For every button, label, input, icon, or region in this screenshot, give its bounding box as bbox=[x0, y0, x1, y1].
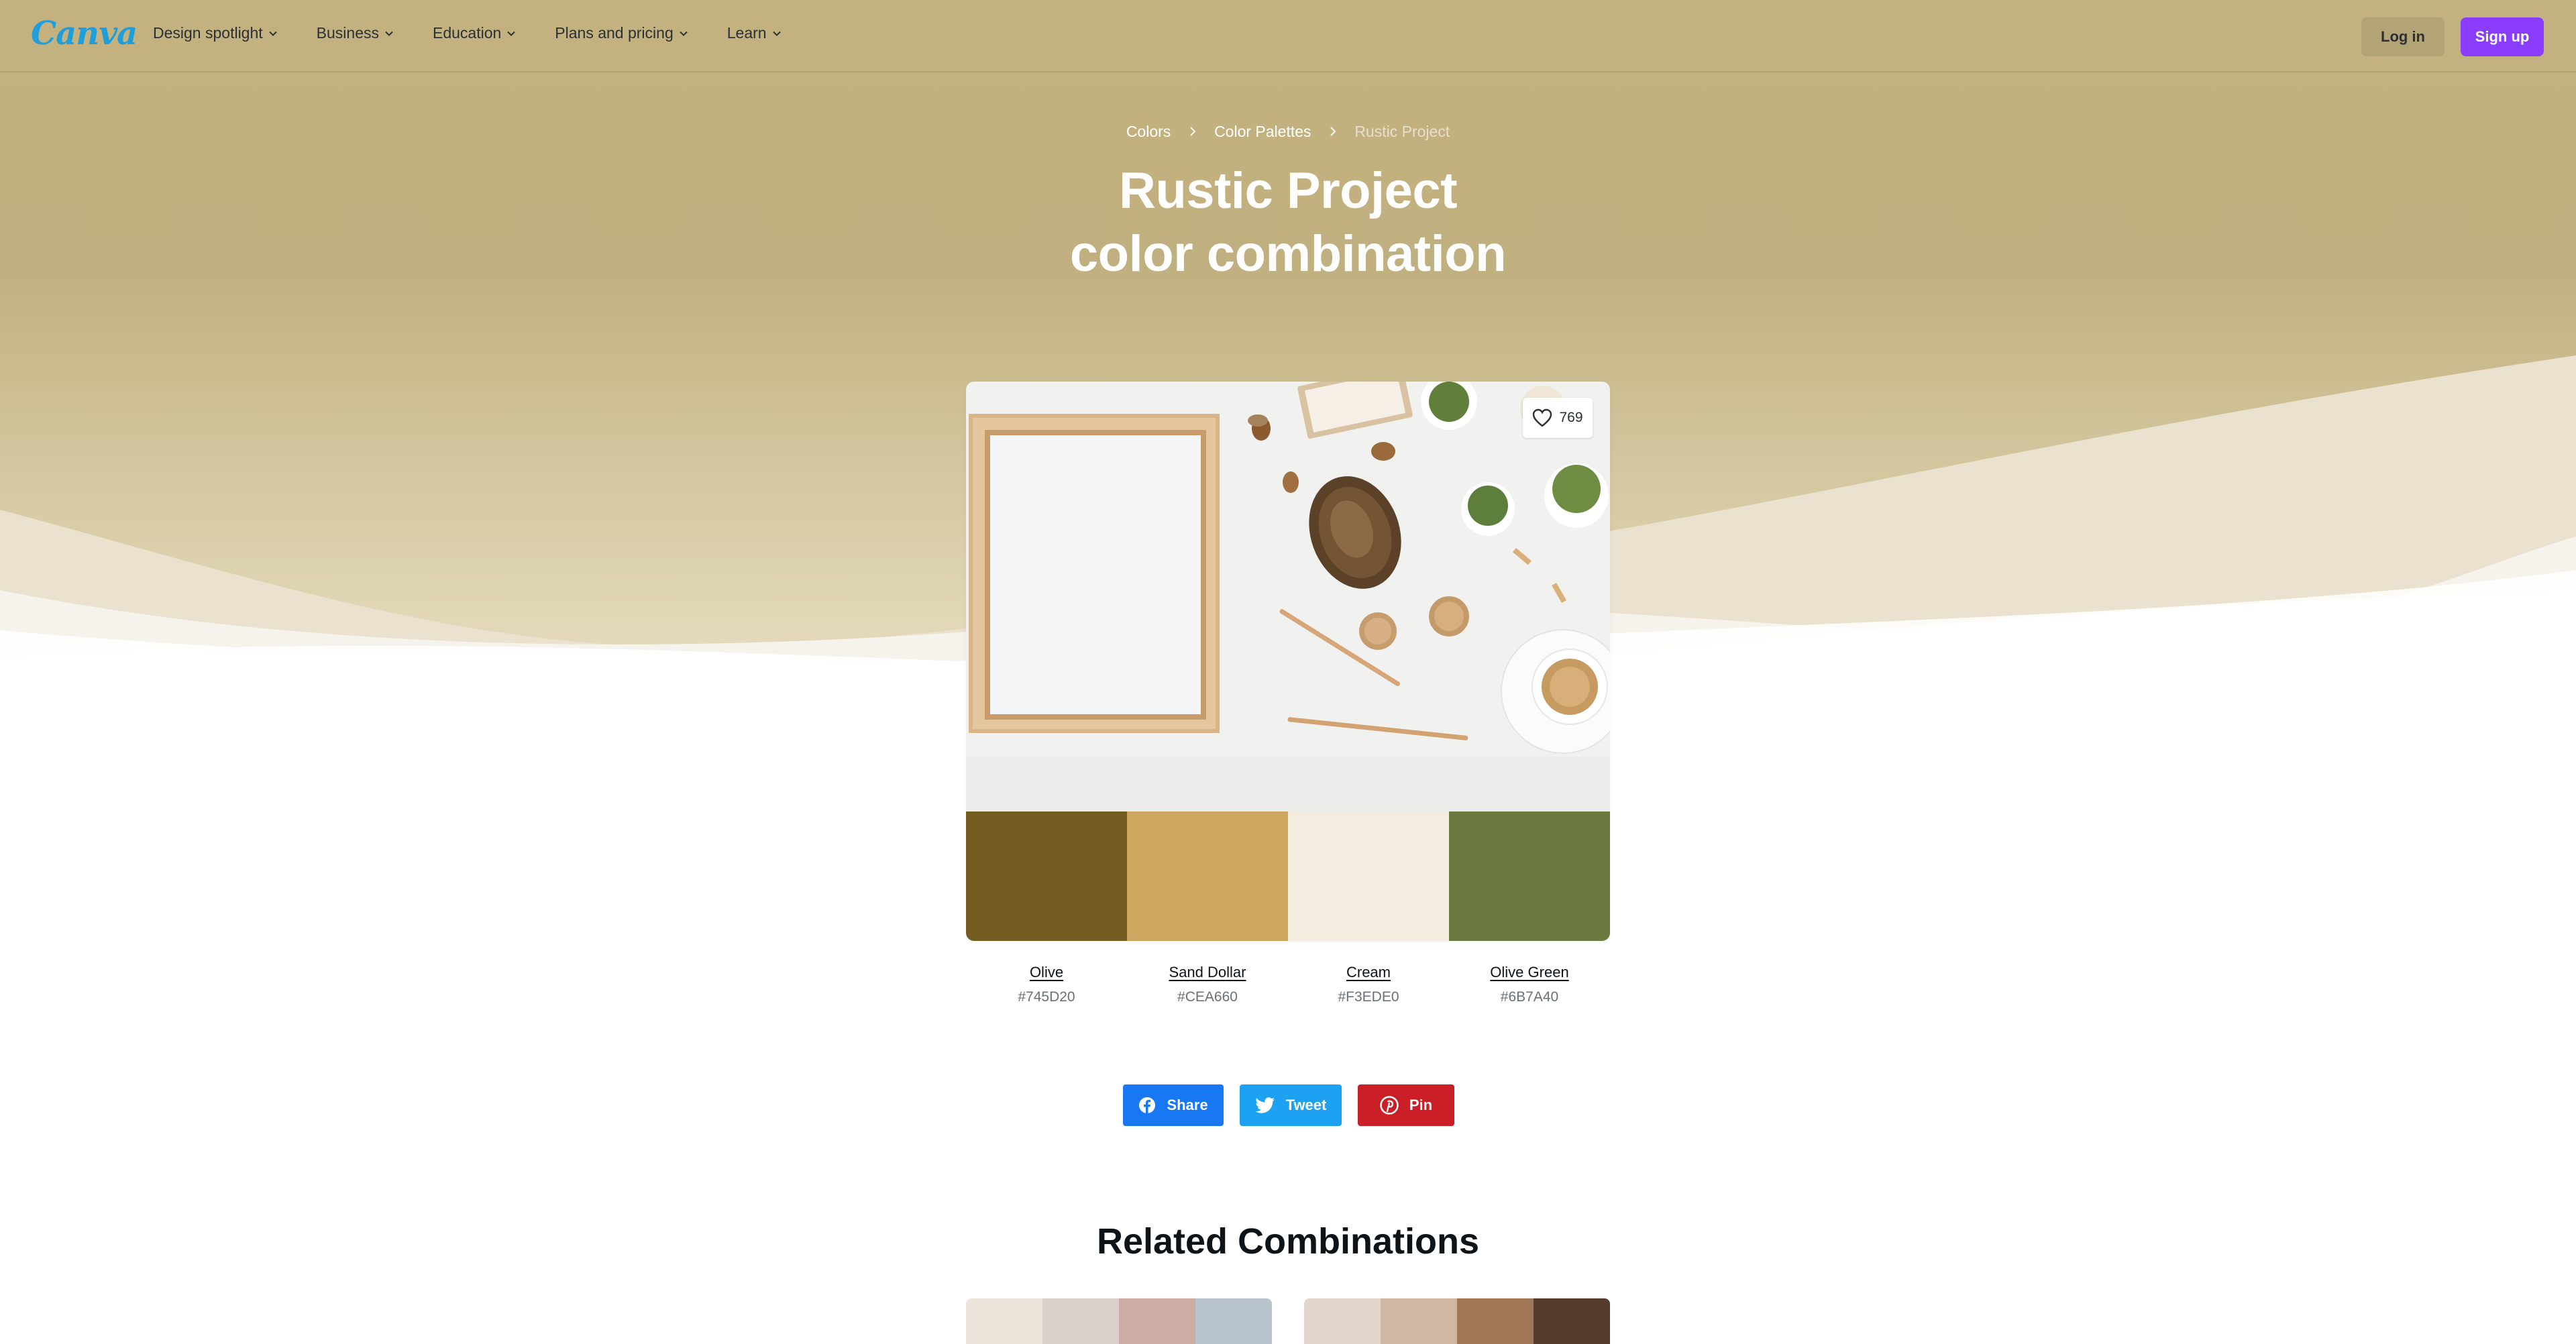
related-swatch bbox=[1457, 1298, 1534, 1344]
share-buttons: Share Tweet Pin bbox=[1123, 1084, 1454, 1126]
main-nav: Design spotlight Business Education Plan… bbox=[153, 24, 820, 42]
related-swatch bbox=[1381, 1298, 1457, 1344]
swatch-sand-dollar[interactable] bbox=[1127, 811, 1288, 941]
nav-education[interactable]: Education bbox=[433, 24, 516, 42]
palette-photo bbox=[966, 382, 1610, 811]
share-facebook-button[interactable]: Share bbox=[1123, 1084, 1224, 1126]
page-title: Rustic Project color combination bbox=[0, 160, 2576, 286]
color-hex: #F3EDE0 bbox=[1338, 989, 1399, 1005]
chevron-down-icon bbox=[268, 31, 277, 36]
related-card[interactable] bbox=[1304, 1298, 1610, 1344]
page-title-line2: color combination bbox=[1069, 225, 1507, 282]
breadcrumb: Colors Color Palettes Rustic Project bbox=[0, 122, 2576, 141]
nav-label: Learn bbox=[727, 24, 767, 42]
nav-label: Education bbox=[432, 24, 502, 42]
page-title-line1: Rustic Project bbox=[1118, 162, 1458, 219]
related-combinations-title: Related Combinations bbox=[1096, 1221, 1480, 1262]
chevron-down-icon bbox=[385, 31, 393, 36]
swatch-olive-green[interactable] bbox=[1449, 811, 1610, 941]
chevron-right-icon bbox=[1189, 123, 1197, 141]
color-label-olive-green: Olive Green #6B7A40 bbox=[1449, 964, 1610, 1005]
related-swatch bbox=[1304, 1298, 1381, 1344]
palette-swatches bbox=[966, 811, 1610, 941]
signup-button[interactable]: Sign up bbox=[2461, 17, 2544, 56]
nav-business[interactable]: Business bbox=[317, 24, 394, 42]
login-button[interactable]: Log in bbox=[2361, 17, 2445, 56]
color-name-link[interactable]: Olive bbox=[966, 964, 1127, 981]
color-label-olive: Olive #745D20 bbox=[966, 964, 1127, 1005]
chevron-down-icon bbox=[507, 31, 516, 36]
heart-icon bbox=[1533, 408, 1552, 427]
color-name-link[interactable]: Olive Green bbox=[1449, 964, 1610, 981]
related-swatch bbox=[1195, 1298, 1272, 1344]
related-swatch bbox=[1042, 1298, 1119, 1344]
share-pinterest-button[interactable]: Pin bbox=[1358, 1084, 1454, 1126]
chevron-down-icon bbox=[772, 31, 781, 36]
canva-logo[interactable]: Canva bbox=[31, 15, 138, 52]
color-label-cream: Cream #F3EDE0 bbox=[1288, 964, 1449, 1005]
nav-label: Plans and pricing bbox=[555, 24, 674, 42]
pinterest-icon bbox=[1380, 1096, 1399, 1115]
color-hex: #6B7A40 bbox=[1500, 989, 1559, 1005]
color-hex: #745D20 bbox=[1018, 989, 1075, 1005]
twitter-icon bbox=[1254, 1097, 1275, 1113]
related-swatch bbox=[1534, 1298, 1610, 1344]
swatch-cream[interactable] bbox=[1288, 811, 1449, 941]
top-navigation-bar: Canva Design spotlight Business Educatio… bbox=[0, 0, 2576, 72]
breadcrumb-colors[interactable]: Colors bbox=[1126, 123, 1171, 141]
breadcrumb-color-palettes[interactable]: Color Palettes bbox=[1214, 123, 1311, 141]
swatch-olive[interactable] bbox=[966, 811, 1127, 941]
like-button[interactable]: 769 bbox=[1523, 398, 1593, 438]
nav-plans-and-pricing[interactable]: Plans and pricing bbox=[555, 24, 688, 42]
nav-learn[interactable]: Learn bbox=[727, 24, 782, 42]
chevron-down-icon bbox=[680, 31, 688, 36]
nav-label: Business bbox=[316, 24, 379, 42]
breadcrumb-current: Rustic Project bbox=[1354, 123, 1450, 141]
nav-design-spotlight[interactable]: Design spotlight bbox=[153, 24, 278, 42]
related-card[interactable] bbox=[966, 1298, 1272, 1344]
share-label: Tweet bbox=[1285, 1097, 1327, 1113]
color-hex: #CEA660 bbox=[1177, 989, 1238, 1005]
share-twitter-button[interactable]: Tweet bbox=[1240, 1084, 1342, 1126]
color-labels: Olive #745D20 Sand Dollar #CEA660 Cream … bbox=[966, 964, 1610, 1005]
share-label: Pin bbox=[1409, 1097, 1433, 1113]
nav-label: Design spotlight bbox=[153, 24, 263, 42]
related-swatch bbox=[1119, 1298, 1195, 1344]
color-name-link[interactable]: Sand Dollar bbox=[1127, 964, 1288, 981]
color-label-sand-dollar: Sand Dollar #CEA660 bbox=[1127, 964, 1288, 1005]
facebook-icon bbox=[1139, 1097, 1156, 1113]
chevron-right-icon bbox=[1329, 123, 1337, 141]
share-label: Share bbox=[1167, 1097, 1208, 1113]
color-name-link[interactable]: Cream bbox=[1288, 964, 1449, 981]
palette-card bbox=[966, 382, 1610, 941]
related-swatch bbox=[966, 1298, 1042, 1344]
like-count: 769 bbox=[1559, 410, 1583, 425]
